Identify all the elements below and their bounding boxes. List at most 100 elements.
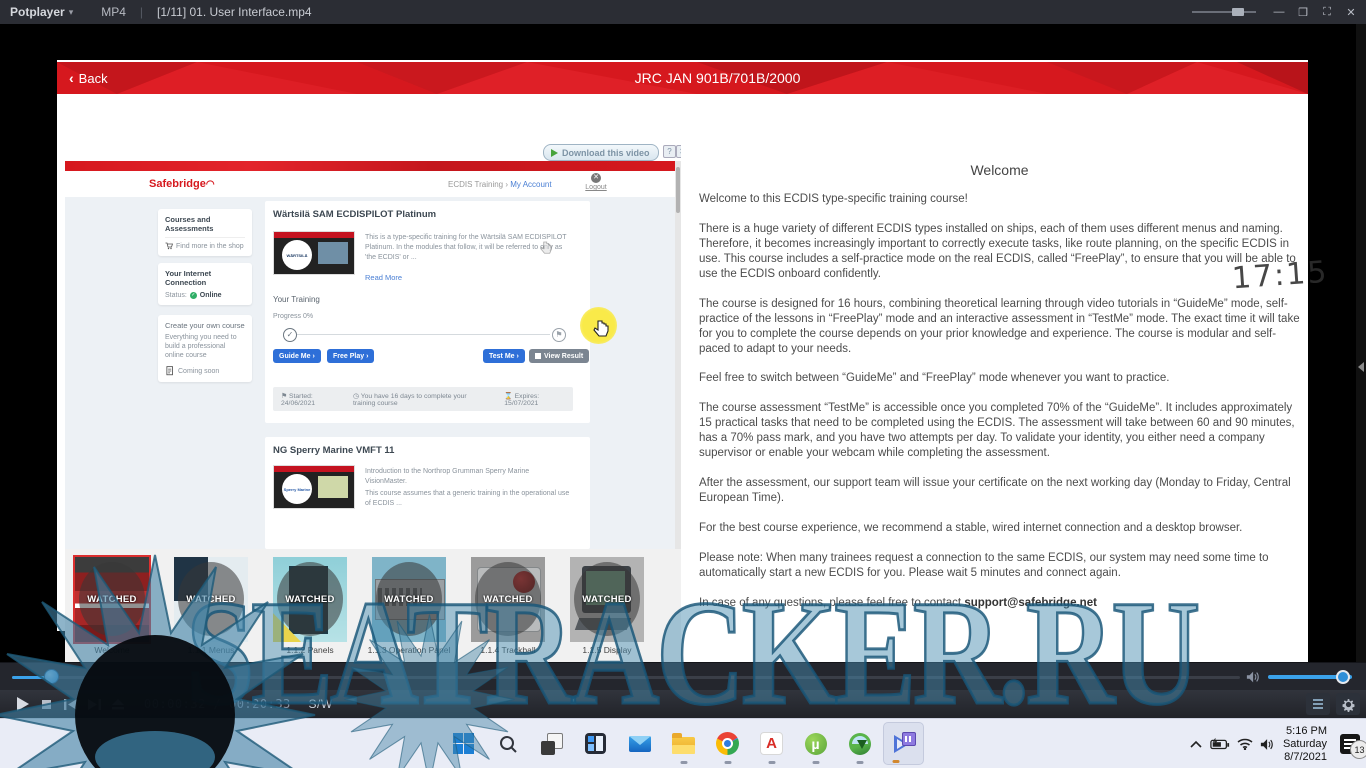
started-flag-icon: ⚑: [281, 393, 287, 400]
welcome-paragraph: After the assessment, our support team w…: [699, 476, 1300, 506]
welcome-title: Welcome: [699, 162, 1300, 178]
test-me-button[interactable]: Test Me ›: [483, 349, 525, 363]
hand-cursor-icon: [593, 320, 609, 338]
video-display[interactable]: ‹ Back JRC JAN 901B/701B/2000 Download t…: [0, 24, 1366, 662]
logo-swirl-icon: ◠: [206, 179, 215, 190]
time-current: 00:00:32: [144, 697, 206, 711]
course2-thumbnail[interactable]: Sperry Marine: [273, 465, 355, 509]
view-result-button[interactable]: View Result: [529, 349, 589, 363]
lesson-label: 1.1.5 Display: [532, 645, 682, 655]
lesson-thumb-operation-panel[interactable]: WATCHED: [372, 557, 446, 642]
seek-bar[interactable]: [12, 676, 1240, 679]
control-bar: 00:00:32 / 00:20:33 S/W: [0, 690, 1366, 718]
course2-description-2: This course assumes that a generic train…: [365, 489, 570, 509]
status-label: Status:: [165, 292, 187, 299]
lesson-thumb-panels[interactable]: WATCHED: [273, 557, 347, 642]
maximize-button[interactable]: ❒: [1292, 2, 1314, 22]
lesson-thumb-display[interactable]: WATCHED: [570, 557, 644, 642]
next-button[interactable]: [82, 693, 106, 715]
download-video-button[interactable]: Download this video: [543, 144, 659, 161]
tray-speaker-icon[interactable]: [1260, 738, 1276, 751]
fullscreen-button[interactable]: ⛶: [1316, 2, 1338, 22]
welcome-paragraph: Please note: When many trainees request …: [699, 551, 1300, 581]
watched-overlay: WATCHED: [79, 562, 145, 636]
read-more-link[interactable]: Read More: [365, 273, 402, 282]
coming-soon-label: Coming soon: [178, 368, 219, 375]
free-play-button[interactable]: Free Play ›: [327, 349, 374, 363]
playlist-edge-strip: [1356, 24, 1366, 662]
previous-button[interactable]: [58, 693, 82, 715]
folder-icon: [672, 737, 695, 754]
tray-chevron-icon[interactable]: [1189, 739, 1203, 749]
wifi-icon[interactable]: [1237, 738, 1253, 750]
lesson-thumb-trackball[interactable]: WATCHED: [471, 557, 545, 642]
speaker-icon[interactable]: [1246, 670, 1262, 684]
notification-center-button[interactable]: 13: [1340, 734, 1360, 754]
play-button[interactable]: [10, 693, 34, 715]
tray-day: Saturday: [1283, 738, 1327, 751]
titlebar-slider[interactable]: [1192, 11, 1256, 13]
download-label: Download this video: [562, 148, 650, 158]
settings-button[interactable]: [1336, 693, 1360, 715]
screen: Potplayer ▾ MP4 | [1/11] 01. User Interf…: [0, 0, 1366, 768]
connection-card-title: Your Internet Connection: [165, 269, 245, 287]
course2-title: NG Sperry Marine VMFT 11: [265, 437, 590, 456]
mail-button[interactable]: [619, 722, 660, 765]
acrobat-button[interactable]: A: [751, 722, 792, 765]
app-menu-caret-icon[interactable]: ▾: [69, 7, 74, 18]
playlist-toggle-arrow-icon[interactable]: [1358, 362, 1364, 372]
course-header: ‹ Back JRC JAN 901B/701B/2000: [57, 62, 1308, 94]
stop-button[interactable]: [34, 693, 58, 715]
guide-me-button[interactable]: Guide Me ›: [273, 349, 321, 363]
time-total: 00:20:33: [229, 697, 291, 711]
task-view-icon: [541, 733, 563, 755]
playlist-button[interactable]: [1306, 693, 1330, 715]
your-training-label: Your Training: [273, 295, 320, 304]
course1-thumbnail[interactable]: WÄRTSILÄ: [273, 231, 355, 275]
close-button[interactable]: ✕: [1340, 2, 1362, 22]
idm-button[interactable]: [839, 722, 880, 765]
course-title: JRC JAN 901B/701B/2000: [57, 62, 1308, 94]
volume-handle[interactable]: [1336, 670, 1350, 684]
search-button[interactable]: [487, 722, 528, 765]
task-view-button[interactable]: [531, 722, 572, 765]
search-icon: [498, 734, 518, 754]
lesson-thumb-welcome[interactable]: WATCHED: [75, 557, 149, 642]
download-help-button[interactable]: ?: [663, 145, 676, 158]
start-button[interactable]: [443, 722, 484, 765]
welcome-paragraph: Feel free to switch between “GuideMe” an…: [699, 371, 1300, 386]
chrome-button[interactable]: [707, 722, 748, 765]
utorrent-button[interactable]: µ: [795, 722, 836, 765]
tray-time: 5:16 PM: [1283, 725, 1327, 738]
tray-clock[interactable]: 5:16 PM Saturday 8/7/2021: [1283, 725, 1327, 764]
welcome-paragraph: The course is designed for 16 hours, com…: [699, 297, 1300, 357]
minimize-button[interactable]: —: [1268, 2, 1290, 22]
codec-badge: MP4: [101, 5, 126, 19]
seek-handle[interactable]: [44, 669, 59, 684]
time-display: 00:00:32 / 00:20:33 S/W: [144, 697, 333, 711]
safebridge-logo[interactable]: Safebridge◠: [149, 178, 215, 190]
eject-button[interactable]: [106, 693, 130, 715]
file-explorer-button[interactable]: [663, 722, 704, 765]
started-date: Started: 24/06/2021: [281, 393, 315, 407]
breadcrumb-section[interactable]: ECDIS Training: [448, 180, 503, 189]
app-menu[interactable]: Potplayer: [10, 5, 65, 19]
volume-slider[interactable]: [1268, 675, 1352, 679]
potplayer-icon: [892, 732, 916, 756]
widgets-icon: [585, 733, 606, 754]
course1-title: Wärtsilä SAM ECDISPILOT Platinum: [265, 201, 590, 220]
create-card-text: Everything you need to build a professio…: [165, 333, 245, 360]
site-body: Courses and Assessments Find more in the…: [65, 197, 681, 549]
lesson-thumb-menus[interactable]: WATCHED: [174, 557, 248, 642]
watched-overlay: WATCHED: [178, 562, 244, 636]
training-info-bar: ⚑ Started: 24/06/2021 ◷ You have 16 days…: [273, 387, 573, 411]
logout-button[interactable]: ✕ Logout: [578, 173, 614, 191]
welcome-panel: Welcome Welcome to this ECDIS type-speci…: [681, 128, 1308, 665]
battery-icon[interactable]: [1210, 738, 1230, 750]
widgets-button[interactable]: [575, 722, 616, 765]
watched-overlay: WATCHED: [277, 562, 343, 636]
video-frame: ‹ Back JRC JAN 901B/701B/2000 Download t…: [57, 60, 1308, 631]
potplayer-taskbar-button[interactable]: [883, 722, 924, 765]
breadcrumb-page[interactable]: My Account: [510, 180, 551, 189]
shop-link[interactable]: Find more in the shop: [165, 242, 245, 250]
